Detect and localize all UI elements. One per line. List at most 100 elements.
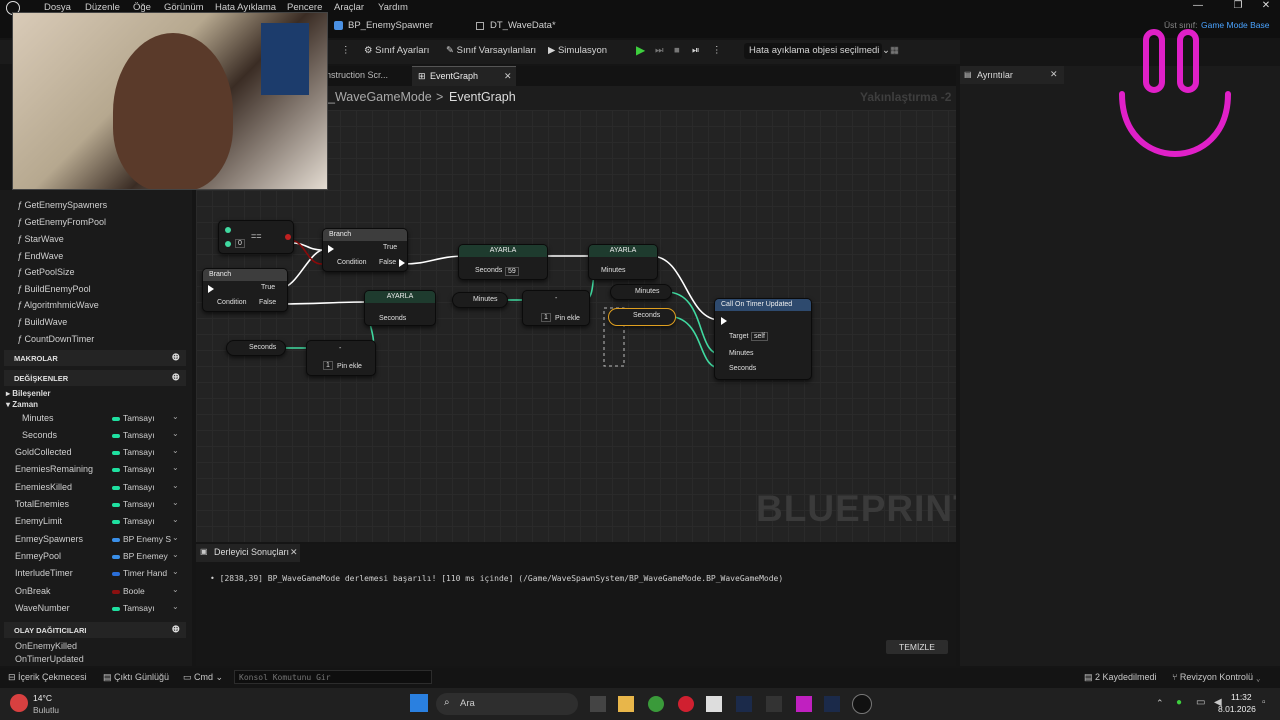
steam-icon[interactable] [824, 696, 840, 712]
close-tab-icon[interactable]: ✕ [290, 547, 298, 558]
cmd-select[interactable]: ▭ Cmd ⌄ [183, 672, 223, 683]
subtract-value[interactable]: 1 [323, 361, 333, 370]
branch-node[interactable]: Branch True False Condition [322, 228, 408, 272]
epic-games-icon[interactable] [766, 696, 782, 712]
set-minutes-node[interactable]: AYARLA Minutes [588, 244, 658, 280]
variable-type[interactable]: Timer Hand [112, 568, 167, 578]
subtract-node[interactable]: - 1 Pin ekle [306, 340, 376, 376]
play-icon[interactable]: ▶ [636, 43, 645, 57]
variable-type[interactable]: BP Enemy S [112, 534, 171, 544]
store-icon[interactable] [706, 696, 722, 712]
get-seconds-node[interactable]: Seconds [226, 340, 286, 356]
chevron-down-icon[interactable]: ⌄ [172, 429, 179, 438]
chevron-down-icon[interactable]: ⌄ [172, 498, 179, 507]
variable-row[interactable]: OnBreak Boole ⌄ [0, 584, 186, 600]
call-on-timer-updated-node[interactable]: Call On Timer Updated Target self Minute… [714, 298, 812, 380]
variable-row[interactable]: EnemiesRemaining Tamsayı ⌄ [0, 462, 186, 478]
more-icon[interactable]: ⋮ [341, 45, 351, 56]
chrome-icon[interactable] [648, 696, 664, 712]
network-icon[interactable]: ▭ [1196, 697, 1205, 708]
exec-false[interactable] [399, 259, 405, 267]
output-log-button[interactable]: ▤ Çıktı Günlüğü [103, 672, 169, 683]
file-explorer-icon[interactable] [618, 696, 634, 712]
clear-button[interactable]: TEMİZLE [886, 640, 948, 654]
app-icon[interactable] [678, 696, 694, 712]
function-item[interactable]: ƒ EndWave [17, 251, 63, 261]
equal-node[interactable]: == 0 [218, 220, 294, 254]
debug-object-select[interactable]: Hata ayıklama objesi seçilmedi ⌄ [744, 43, 890, 59]
class-defaults-button[interactable]: ✎ Sınıf Varsayılanları [446, 45, 536, 56]
tab-construction-script[interactable]: nstruction Scr... [326, 70, 388, 80]
variables-header[interactable]: DEĞİŞKENLER ⊕ [4, 370, 186, 386]
twitch-icon[interactable] [796, 696, 812, 712]
call-self-value[interactable]: self [751, 332, 768, 341]
variable-row[interactable]: EnmeyPool BP Enemey ⌄ [0, 549, 186, 565]
weather-temp[interactable]: 14°C [33, 693, 52, 703]
tab-bp-enemyspawner[interactable]: BP_EnemySpawner [348, 20, 433, 31]
pin-a[interactable] [225, 227, 231, 233]
chevron-down-icon[interactable]: ⌄ [172, 550, 179, 559]
clock-time[interactable]: 11:32 [1231, 692, 1252, 702]
play-options-icon[interactable]: ⋮ [712, 45, 722, 56]
function-item[interactable]: ƒ BuildWave [17, 317, 67, 327]
dispatcher-item[interactable]: OnEnemyKilled [15, 641, 77, 651]
chevron-down-icon[interactable]: ⌄ [172, 446, 179, 455]
variable-type[interactable]: Boole [112, 586, 145, 596]
revision-control-button[interactable]: ⑂ Revizyon Kontrolü ⌄ [1172, 672, 1261, 682]
function-item[interactable]: ƒ CountDownTimer [17, 334, 94, 344]
add-pin-label[interactable]: Pin ekle [337, 363, 362, 370]
exec-in[interactable] [721, 317, 727, 325]
close-tab-icon[interactable]: ✕ [504, 71, 512, 82]
exec-in[interactable] [328, 245, 334, 253]
variable-row[interactable]: TotalEnemies Tamsayı ⌄ [0, 497, 186, 513]
console-input[interactable] [234, 670, 432, 684]
dispatcher-item[interactable]: OnTimerUpdated [15, 654, 84, 664]
close-tab-icon[interactable]: ✕ [1050, 69, 1058, 80]
maximize-icon[interactable]: ❐ [1226, 0, 1250, 11]
function-item[interactable]: ƒ AlgoritmhmicWave [17, 300, 99, 310]
notification-icon[interactable]: ▫ [1262, 697, 1266, 708]
function-item[interactable]: ƒ GetEnemySpawners [17, 200, 107, 210]
debug-find-icon[interactable]: ▦ [890, 45, 899, 56]
variable-row[interactable]: Seconds Tamsayı ⌄ [0, 428, 186, 444]
class-settings-button[interactable]: ⚙ Sınıf Ayarları [364, 45, 429, 56]
set-seconds-node[interactable]: AYARLA Seconds 59 [458, 244, 548, 280]
pin-out-bool[interactable] [285, 234, 291, 240]
pin-b[interactable] [225, 241, 231, 247]
get-minutes-node[interactable]: Minutes [610, 284, 672, 300]
tray-chevron-icon[interactable]: ⌃ [1156, 698, 1164, 709]
set-seconds-node[interactable]: AYARLA Seconds [364, 290, 436, 326]
details-tab[interactable]: ▤ Ayrıntılar ✕ [960, 66, 1064, 84]
chevron-down-icon[interactable]: ⌄ [172, 567, 179, 576]
variable-row[interactable]: Minutes Tamsayı ⌄ [0, 411, 186, 427]
variable-type[interactable]: Tamsayı [112, 499, 155, 509]
variable-row[interactable]: EnemyLimit Tamsayı ⌄ [0, 514, 186, 530]
close-window-icon[interactable]: ✕ [1254, 0, 1278, 11]
unsaved-button[interactable]: ▤ 2 Kaydedilmedi [1084, 672, 1157, 683]
simulation-button[interactable]: ▶ Simulasyon [548, 45, 607, 56]
variable-row[interactable]: WaveNumber Tamsayı ⌄ [0, 601, 186, 617]
compiler-tab[interactable]: ▣ Derleyici Sonuçları ✕ [196, 544, 300, 562]
clock-date[interactable]: 8.01.2026 [1218, 704, 1256, 714]
eject-icon[interactable]: ⏯ [692, 45, 700, 56]
function-item[interactable]: ƒ BuildEnemyPool [17, 284, 91, 294]
variable-type[interactable]: Tamsayı [112, 516, 155, 526]
chevron-down-icon[interactable]: ⌄ [172, 412, 179, 421]
function-item[interactable]: ƒ GetEnemyFromPool [17, 217, 106, 227]
breadcrumb-parent[interactable]: _WaveGameMode [328, 90, 432, 104]
get-seconds-node[interactable]: Seconds [608, 308, 676, 326]
variable-type[interactable]: Tamsayı [112, 464, 155, 474]
chevron-down-icon[interactable]: ⌄ [172, 481, 179, 490]
tab-eventgraph[interactable]: ⊞ EventGraph ✕ [412, 66, 516, 86]
steam-icon[interactable] [736, 696, 752, 712]
chevron-down-icon[interactable]: ⌄ [172, 602, 179, 611]
function-item[interactable]: ƒ StarWave [17, 234, 64, 244]
variable-type[interactable]: Tamsayı [112, 603, 155, 613]
search-box[interactable]: ⌕ Ara [436, 693, 578, 715]
set-value[interactable]: 59 [505, 267, 519, 276]
content-drawer-button[interactable]: ⊟ İçerik Çekmecesi [8, 672, 87, 683]
step-icon[interactable]: ⏭ [655, 45, 664, 56]
subtract-value[interactable]: 1 [541, 313, 551, 322]
add-icon[interactable]: ⊕ [172, 352, 180, 363]
chevron-down-icon[interactable]: ⌄ [172, 463, 179, 472]
